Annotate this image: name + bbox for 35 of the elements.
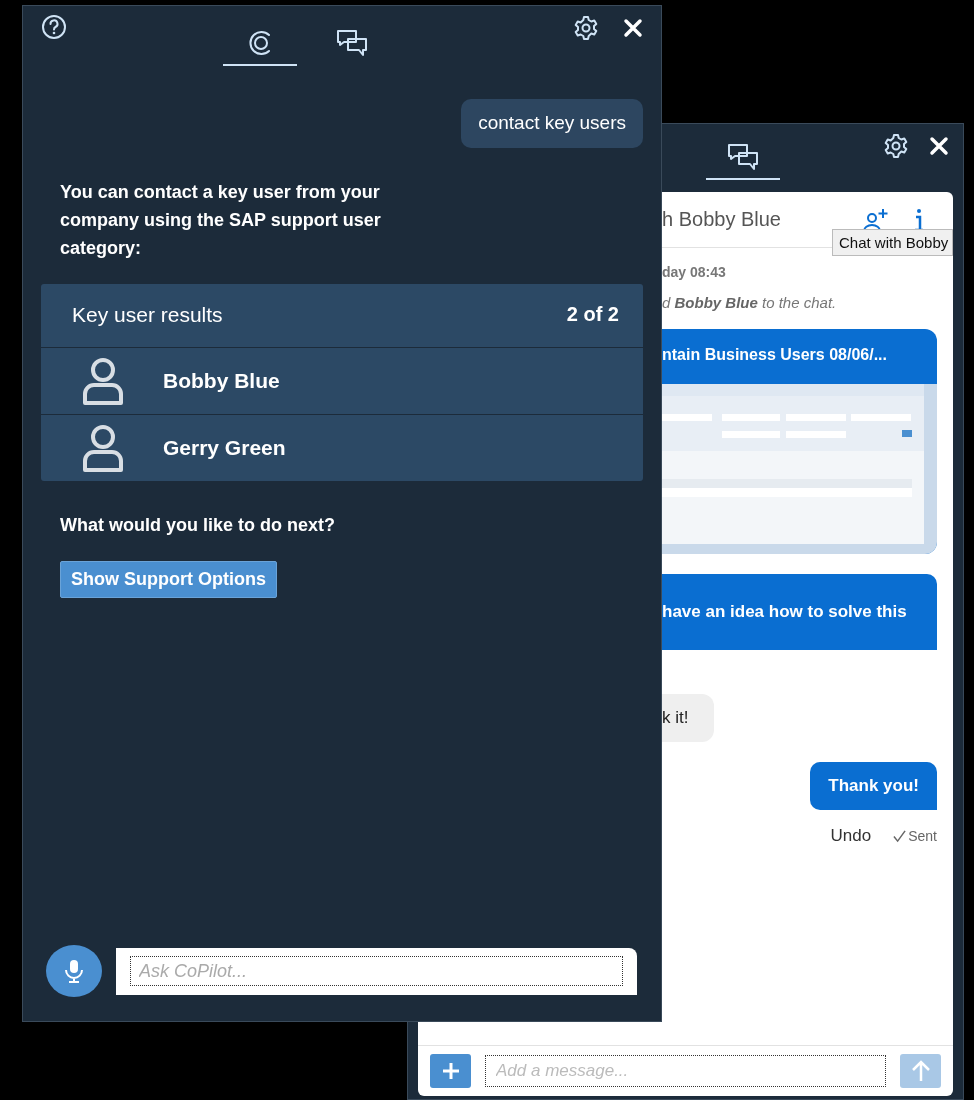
user-row[interactable]: Bobby Blue — [41, 348, 643, 415]
message-bubble: have an idea how to solve this — [662, 574, 937, 650]
sent-status: Sent — [908, 828, 937, 844]
message-bubble: k it! — [662, 694, 715, 742]
timestamp: day 08:43 — [662, 264, 726, 280]
chat-bubbles-icon — [335, 28, 369, 58]
message-field[interactable]: Add a message... — [485, 1055, 886, 1087]
message-bubble: Thank you! — [810, 762, 937, 810]
bot-message: What would you like to do next? — [59, 514, 336, 537]
add-button[interactable] — [430, 1054, 471, 1088]
arrow-up-icon — [910, 1059, 931, 1083]
microphone-button[interactable] — [46, 945, 102, 997]
results-count: 2 of 2 — [566, 303, 619, 327]
close-icon[interactable] — [623, 18, 643, 38]
person-icon — [81, 357, 125, 405]
chat-bubbles-icon — [726, 142, 760, 172]
undo-link[interactable]: Undo — [830, 826, 872, 846]
settings-icon[interactable] — [573, 15, 599, 41]
bot-message: You can contact a key user from your company using the SAP support user category: — [59, 181, 382, 260]
attachment-card[interactable]: ntain Business Users 08/06/... — [662, 329, 937, 554]
tooltip: Chat with Bobby — [832, 229, 954, 256]
add-person-icon[interactable] — [863, 207, 889, 232]
user-message: contact key users — [461, 99, 643, 148]
person-icon — [81, 424, 125, 472]
attachment-title: ntain Business Users 08/06/... — [662, 345, 888, 365]
chat-title: h Bobby Blue — [662, 208, 781, 231]
microphone-icon — [64, 959, 84, 983]
help-icon[interactable] — [41, 14, 67, 40]
check-icon — [893, 829, 907, 843]
settings-icon[interactable] — [883, 133, 909, 159]
results-title: Key user results — [72, 303, 223, 327]
user-row[interactable]: Gerry Green — [41, 415, 643, 481]
close-icon[interactable] — [929, 136, 949, 156]
system-note: d Bobby Blue to the chat. — [662, 294, 837, 311]
plus-icon — [440, 1061, 461, 1081]
